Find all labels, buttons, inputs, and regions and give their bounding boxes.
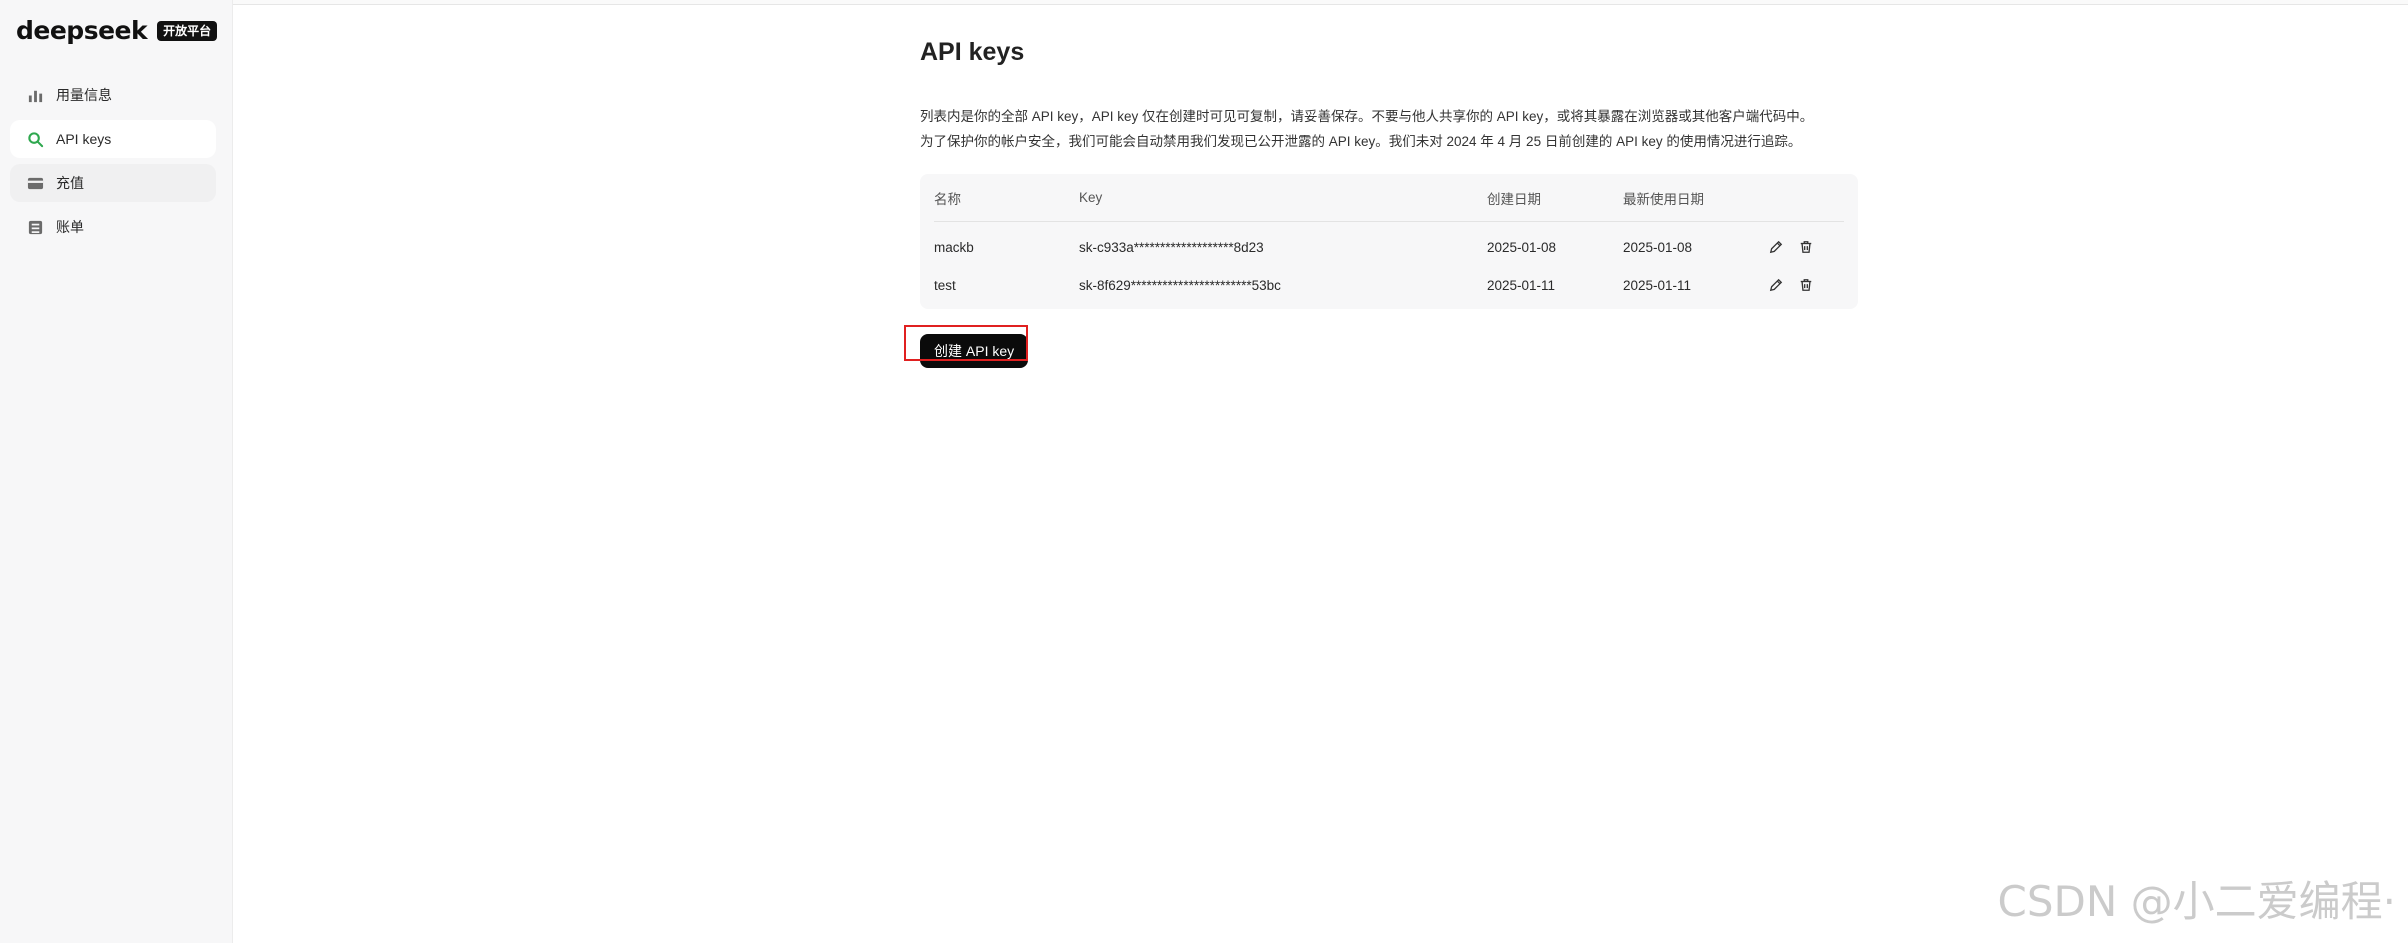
header-created: 创建日期	[1487, 191, 1541, 207]
key-value: sk-8f629***********************53bc	[1079, 277, 1281, 293]
edit-icon[interactable]	[1767, 276, 1785, 294]
description: 列表内是你的全部 API key，API key 仅在创建时可见可复制，请妥善保…	[920, 104, 1860, 154]
edit-icon[interactable]	[1767, 238, 1785, 256]
sidebar: deepseek 开放平台 用量信息 API keys 充值 账单	[0, 0, 233, 943]
key-created-date: 2025-01-08	[1487, 239, 1557, 255]
sidebar-nav: 用量信息 API keys 充值 账单	[10, 76, 216, 252]
card-icon	[26, 174, 44, 192]
sidebar-item-usage[interactable]: 用量信息	[10, 76, 216, 114]
watermark: CSDN @小二爱编程·	[1997, 877, 2396, 926]
sidebar-item-label: 用量信息	[56, 87, 112, 103]
search-icon	[26, 130, 44, 148]
sidebar-item-label: 账单	[56, 219, 84, 235]
key-name: mackb	[934, 239, 974, 255]
table-row: test sk-8f629***********************53bc…	[934, 266, 1844, 304]
description-line: 为了保护你的帐户安全，我们可能会自动禁用我们发现已公开泄露的 API key。我…	[920, 134, 1802, 149]
bar-chart-icon	[26, 86, 44, 104]
sidebar-item-label: API keys	[56, 131, 112, 147]
brand-badge: 开放平台	[157, 20, 218, 41]
key-last-used-date: 2025-01-11	[1623, 277, 1692, 293]
brand[interactable]: deepseek 开放平台	[16, 16, 218, 45]
header-name: 名称	[934, 191, 961, 207]
create-api-key-button[interactable]: 创建 API key	[920, 334, 1029, 368]
description-line: 列表内是你的全部 API key，API key 仅在创建时可见可复制，请妥善保…	[920, 109, 1814, 124]
sidebar-item-label: 充值	[56, 175, 84, 191]
page-title: API keys	[920, 38, 1025, 66]
brand-logo: deepseek	[16, 16, 148, 45]
sidebar-item-topup[interactable]: 充值	[10, 164, 216, 202]
bill-icon	[26, 218, 44, 236]
header-key: Key	[1079, 190, 1103, 205]
trash-icon[interactable]	[1797, 276, 1815, 294]
key-name: test	[934, 277, 956, 293]
sidebar-item-api-keys[interactable]: API keys	[10, 120, 216, 158]
key-value: sk-c933a*******************8d23	[1079, 239, 1264, 255]
key-created-date: 2025-01-11	[1487, 277, 1556, 293]
table-row: mackb sk-c933a*******************8d23 20…	[934, 228, 1844, 266]
table-header: 名称 Key 创建日期 最新使用日期	[934, 174, 1844, 222]
trash-icon[interactable]	[1797, 238, 1815, 256]
browser-top-edge	[0, 0, 2408, 5]
api-keys-table: 名称 Key 创建日期 最新使用日期 mackb sk-c933a*******…	[920, 174, 1858, 309]
key-last-used-date: 2025-01-08	[1623, 239, 1693, 255]
header-last-used: 最新使用日期	[1623, 191, 1704, 207]
sidebar-item-bills[interactable]: 账单	[10, 208, 216, 246]
